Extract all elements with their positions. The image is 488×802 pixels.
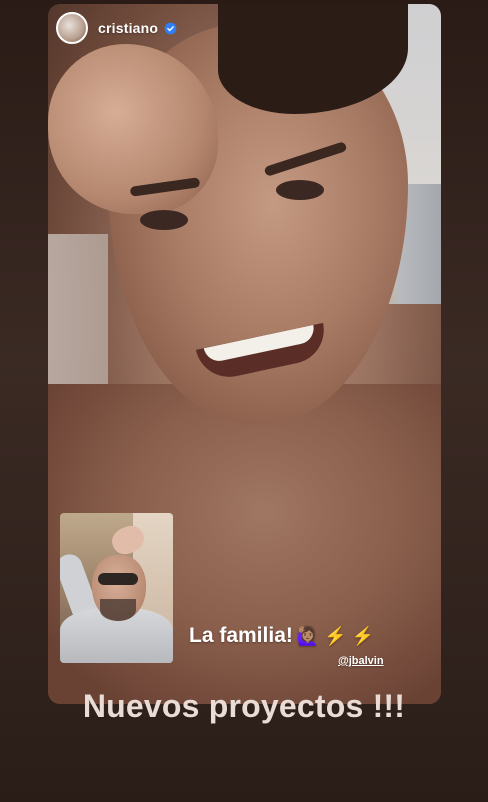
avatar-icon[interactable] — [56, 12, 88, 44]
pip-beard — [100, 599, 136, 621]
caption-text: La familia! — [189, 624, 293, 647]
left-eye — [140, 210, 188, 230]
story-card[interactable]: cristiano La familia! 🙋🏽‍♀️ ⚡ ⚡ @jbalvin — [48, 4, 441, 704]
story-headline: Nuevos proyectos !!! — [82, 688, 406, 724]
caption-emojis: 🙋🏽‍♀️ ⚡ ⚡ — [296, 626, 375, 646]
username[interactable]: cristiano — [98, 20, 158, 36]
pip-glasses — [98, 573, 138, 585]
verified-badge-icon — [164, 22, 177, 34]
right-eye — [276, 180, 324, 200]
story-header[interactable]: cristiano — [56, 12, 177, 44]
story-caption: La familia! 🙋🏽‍♀️ ⚡ ⚡ — [189, 624, 374, 648]
mention-link[interactable]: @jbalvin — [338, 655, 384, 667]
video-call-pip[interactable] — [60, 513, 173, 663]
